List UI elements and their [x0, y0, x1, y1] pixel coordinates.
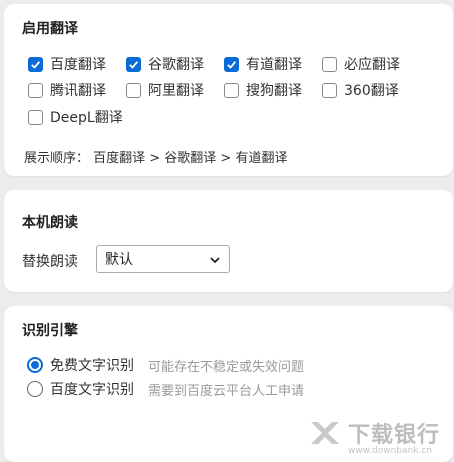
checkbox-empty-icon: [322, 56, 337, 72]
checkbox-checked-icon: [224, 56, 239, 72]
checkbox-baidu[interactable]: 百度翻译: [28, 54, 106, 74]
checkbox-label: 搜狗翻译: [246, 83, 302, 99]
radio-label: 免费文字识别: [50, 358, 134, 374]
checkbox-youdao[interactable]: 有道翻译: [224, 54, 302, 74]
radio-selected-icon: [27, 357, 43, 373]
radio-free-ocr[interactable]: 免费文字识别 可能存在不稳定或失效问题: [27, 355, 304, 375]
checkbox-checked-icon: [126, 56, 141, 72]
checkbox-ali[interactable]: 阿里翻译: [126, 80, 204, 100]
checkbox-label: 360翻译: [344, 83, 399, 99]
replace-tts-label: 替换朗读: [22, 254, 78, 270]
radio-hint: 可能存在不稳定或失效问题: [148, 359, 305, 375]
checkbox-label: 腾讯翻译: [50, 83, 106, 99]
radio-label: 百度文字识别: [50, 382, 134, 398]
radio-hint: 需要到百度云平台人工申请: [148, 383, 305, 399]
tts-voice-select[interactable]: 默认: [96, 245, 230, 273]
checkbox-deepl[interactable]: DeepL翻译: [28, 107, 123, 127]
checkbox-label: 谷歌翻译: [148, 57, 204, 73]
checkbox-sogou[interactable]: 搜狗翻译: [224, 80, 302, 100]
checkbox-360[interactable]: 360翻译: [322, 80, 399, 100]
translate-title: 启用翻译: [22, 21, 78, 37]
tts-card: 本机朗读: [4, 190, 453, 292]
checkbox-tencent[interactable]: 腾讯翻译: [28, 80, 106, 100]
translate-card: 启用翻译 百度翻译 谷歌翻译 有道翻译 必应翻译 腾讯翻译 阿里翻译 搜狗翻译 …: [4, 4, 453, 176]
checkbox-empty-icon: [28, 109, 43, 125]
tts-title: 本机朗读: [22, 215, 78, 231]
checkbox-google[interactable]: 谷歌翻译: [126, 54, 204, 74]
checkbox-label: 阿里翻译: [148, 83, 204, 99]
checkbox-checked-icon: [28, 56, 43, 72]
watermark-url: www.downbank.cn: [347, 446, 432, 456]
checkbox-empty-icon: [28, 82, 43, 98]
checkbox-label: DeepL翻译: [50, 110, 123, 126]
watermark-text: 下载银行: [347, 423, 440, 448]
checkbox-label: 百度翻译: [50, 57, 106, 73]
radio-unselected-icon: [27, 381, 43, 397]
checkbox-empty-icon: [322, 82, 337, 98]
checkbox-label: 有道翻译: [246, 57, 302, 73]
checkbox-label: 必应翻译: [344, 57, 400, 73]
chevron-down-icon: [210, 257, 220, 264]
checkbox-bing[interactable]: 必应翻译: [322, 54, 400, 74]
checkbox-empty-icon: [126, 82, 141, 98]
radio-baidu-ocr[interactable]: 百度文字识别 需要到百度云平台人工申请: [27, 379, 304, 399]
watermark: 下载银行: [308, 416, 440, 450]
watermark-logo-icon: [310, 422, 339, 444]
display-order-text: 展示顺序： 百度翻译 > 谷歌翻译 > 有道翻译: [24, 151, 288, 166]
ocr-title: 识别引擎: [22, 323, 78, 339]
tts-voice-value: 默认: [105, 252, 133, 268]
checkbox-empty-icon: [224, 82, 239, 98]
